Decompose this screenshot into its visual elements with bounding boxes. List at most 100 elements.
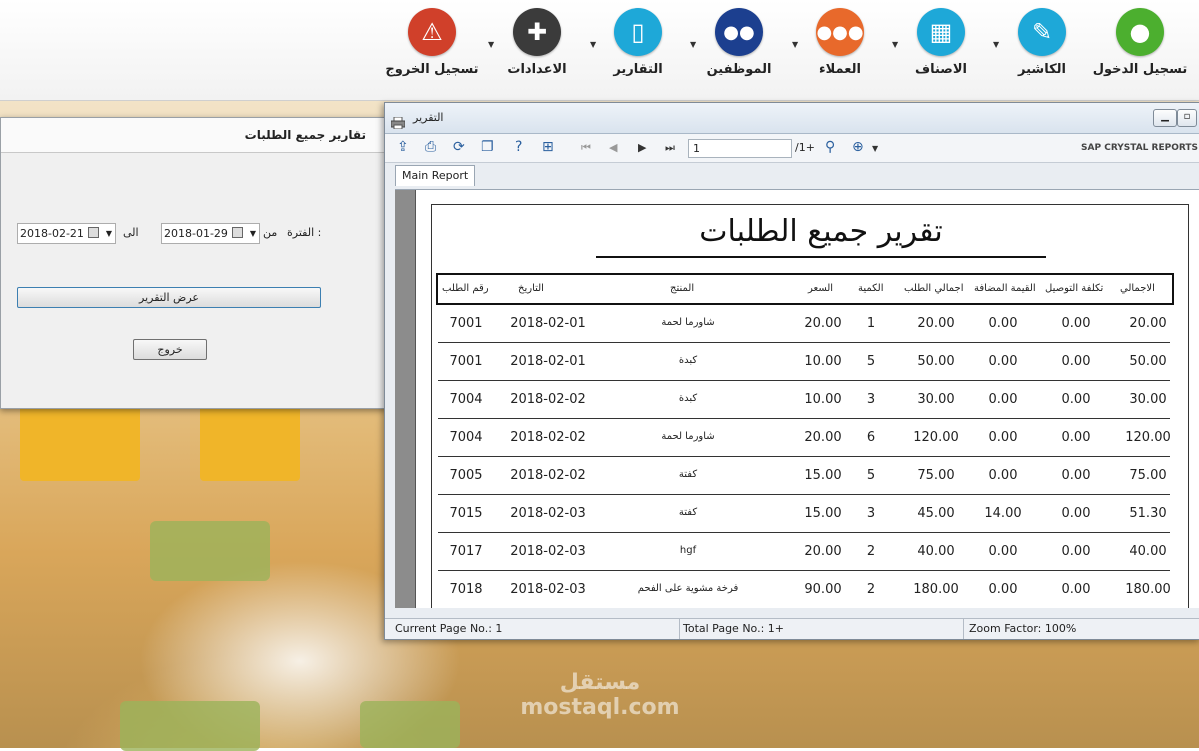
cell-order-no: 7001 [449,354,483,369]
cell-price: 20.00 [804,430,842,445]
cell-date: 2018-02-03 [510,506,586,521]
cell-order-total: 75.00 [917,468,955,483]
cell-product: كفتة [678,469,698,480]
cell-price: 90.00 [804,582,842,597]
exit-button[interactable]: خروج [133,339,207,360]
cell-date: 2018-02-02 [510,430,586,445]
cell-qty: 3 [866,506,876,521]
main-toolbar: ● تسجيل الدخول ▼ ✎ الكاشير ▼ ▦ الاصناف ▼… [0,0,1199,101]
page-number-input[interactable]: 1 [688,139,792,158]
cell-delivery: 0.00 [1061,544,1091,559]
cell-vat: 0.00 [988,468,1018,483]
cell-total: 30.00 [1129,392,1167,407]
print-icon[interactable]: ⎙ [425,139,436,155]
last-page-icon[interactable]: ⏭ [665,141,675,155]
status-bar: Current Page No.: 1 Total Page No.: 1+ Z… [385,618,1199,639]
wrench-icon: ✚ [513,8,561,56]
employees-icon: ●● [715,8,763,56]
next-page-icon[interactable]: ▶ [638,141,646,154]
chevron-down-icon[interactable]: ▼ [106,224,112,243]
cell-price: 10.00 [804,354,842,369]
cell-delivery: 0.00 [1061,468,1091,483]
search-icon[interactable]: ⚲ [825,139,835,155]
cell-product: hgf [679,545,697,556]
cell-order-total: 45.00 [917,506,955,521]
toolbar-label: الموظفين [706,62,772,77]
toolbar-employees[interactable]: ●● الموظفين [689,8,789,77]
cell-order-total: 40.00 [917,544,955,559]
previous-page-icon[interactable]: ◀ [609,141,617,154]
report-viewer: تقرير جميع الطلبات الاجمالي تكلفة التوصي… [395,189,1199,608]
cell-order-no: 7015 [449,506,483,521]
copy-icon[interactable]: ❐ [481,139,494,155]
cell-order-total: 120.00 [913,430,959,445]
toolbar-label: العملاء [819,62,861,77]
cell-product: شاورما لحمة [661,431,715,442]
cell-delivery: 0.00 [1061,582,1091,597]
first-page-icon[interactable]: ⏮ [581,141,591,155]
col-order-total: اجمالي الطلب [904,283,964,294]
users-group-icon: ●●● [816,8,864,56]
cell-product: كبدة [678,355,698,366]
cell-order-total: 180.00 [913,582,959,597]
cell-total: 120.00 [1125,430,1171,445]
tab-main-report[interactable]: Main Report [395,165,476,186]
cell-order-no: 7004 [449,392,483,407]
maximize-button[interactable]: ▫ [1177,109,1197,127]
warning-icon: ⚠ [408,8,456,56]
col-qty: الكمية [858,283,884,294]
cell-total: 75.00 [1129,468,1167,483]
cell-delivery: 0.00 [1061,354,1091,369]
cell-qty: 5 [866,354,876,369]
toolbar-customers[interactable]: ●●● العملاء [790,8,890,77]
cell-price: 20.00 [804,316,842,331]
minimize-button[interactable]: ▁ [1153,109,1177,127]
from-date-picker[interactable]: 2018-01-29 ▼ [161,223,260,244]
chevron-down-icon[interactable]: ▼ [872,144,878,153]
toolbar-categories[interactable]: ▦ الاصناف [891,8,991,77]
help-icon[interactable]: ? [515,139,522,155]
document-icon: ▯ [614,8,662,56]
status-divider [963,619,964,639]
chevron-down-icon[interactable]: ▼ [250,224,256,243]
current-page-status: Current Page No.: 1 [395,622,503,635]
calendar-icon[interactable] [232,227,243,238]
toolbar-logout[interactable]: ⚠ تسجيل الخروج [382,8,482,77]
export-icon[interactable]: ⇪ [397,139,409,155]
toolbar-login[interactable]: ● تسجيل الدخول [1090,8,1190,77]
calendar-icon[interactable] [88,227,99,238]
col-order-no: رقم الطلب [442,283,489,294]
cell-order-no: 7018 [449,582,483,597]
cell-total: 180.00 [1125,582,1171,597]
cell-total: 40.00 [1129,544,1167,559]
show-report-button[interactable]: عرض التقرير [17,287,321,308]
toolbar-reports[interactable]: ▯ التقارير [588,8,688,77]
cell-qty: 2 [866,544,876,559]
table-row: 50.00 0.00 0.00 50.00 5 10.00 كبدة 2018-02-01 70… [438,342,1170,381]
table-row: 30.00 0.00 0.00 30.00 3 10.00 كبدة 2018-02-02 70… [438,380,1170,419]
toolbar-settings[interactable]: ✚ الاعدادات [487,8,587,77]
toolbar-cashier[interactable]: ✎ الكاشير [992,8,1092,77]
cell-qty: 3 [866,392,876,407]
group-tree-icon[interactable]: ⊞ [542,139,554,155]
table-row: 51.30 0.00 14.00 45.00 3 15.00 كفتة 2018-02-03 7… [438,494,1170,533]
to-date-picker[interactable]: 2018-02-21 ▼ [17,223,116,244]
cell-price: 15.00 [804,506,842,521]
col-date: التاريخ [518,283,544,294]
report-title: تقرير جميع الطلبات [699,214,943,249]
cell-delivery: 0.00 [1061,392,1091,407]
from-label: من [263,226,278,239]
col-product: المنتج [670,283,695,294]
col-price: السعر [808,283,834,294]
zoom-icon[interactable]: ⊕ [852,139,864,155]
refresh-icon[interactable]: ⟳ [453,139,465,155]
toolbar-label: التقارير [613,62,663,77]
cell-total: 51.30 [1129,506,1167,521]
cell-date: 2018-02-02 [510,392,586,407]
cell-date: 2018-02-03 [510,544,586,559]
to-label: الى [123,226,139,239]
cell-price: 15.00 [804,468,842,483]
cell-order-no: 7017 [449,544,483,559]
brand-label: SAP CRYSTAL REPORTS [1081,143,1198,153]
table-row: 20.00 0.00 0.00 20.00 1 20.00 شاورما لحمة 2018-… [438,304,1170,343]
